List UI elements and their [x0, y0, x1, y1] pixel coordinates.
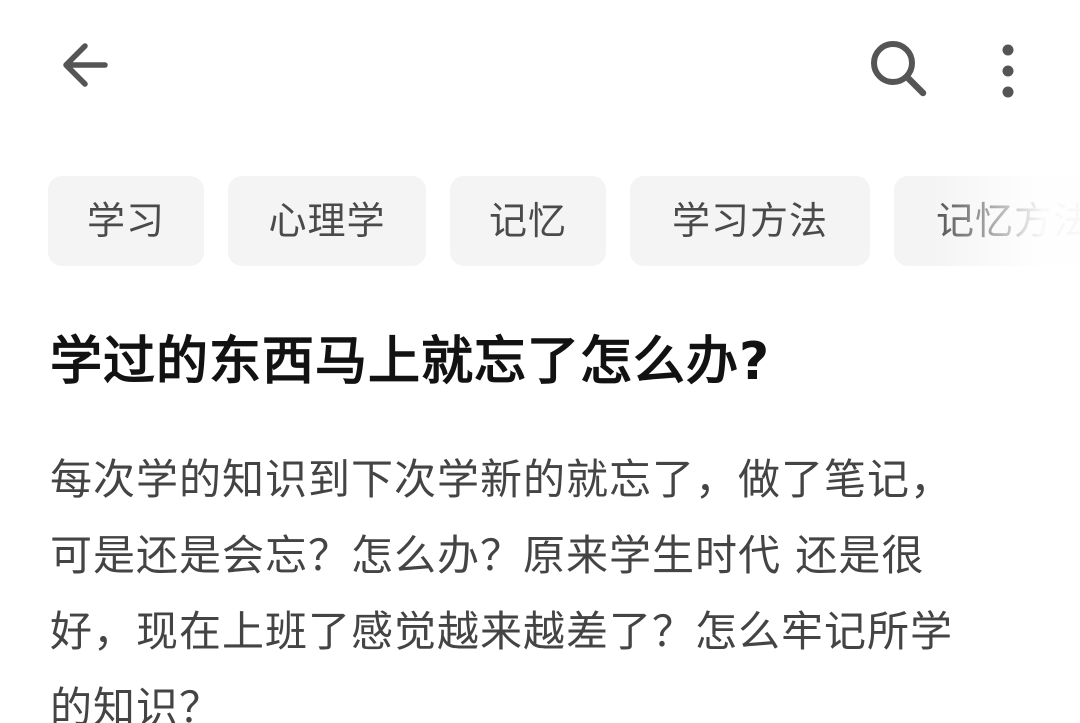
question-description[interactable]: 每次学的知识到下次学新的就忘了，做了笔记， 可是还是会忘？怎么办？原来学生时代 … — [50, 442, 1010, 723]
back-button[interactable] — [50, 30, 120, 100]
tag-chip-memory-method[interactable]: 记忆方法 — [894, 176, 1080, 266]
description-line: 的知识？ — [50, 683, 223, 723]
search-button[interactable] — [860, 30, 936, 106]
arrow-left-icon — [63, 43, 108, 87]
question-title: 学过的东西马上就忘了怎么办? — [50, 332, 771, 392]
description-line: 每次学的知识到下次学新的就忘了，做了笔记， — [50, 455, 954, 504]
tag-chip-memory[interactable]: 记忆 — [450, 176, 606, 266]
description-line: 好，现在上班了感觉越来越差了？怎么牢记所学 — [50, 607, 954, 656]
question-page: 学习 心理学 记忆 学习方法 记忆方法 学过的东西马上就忘了怎么办? 每次学的知… — [0, 0, 1080, 723]
tag-chip-psychology[interactable]: 心理学 — [228, 176, 426, 266]
more-options-button[interactable] — [980, 36, 1036, 106]
description-line: 可是还是会忘？怎么办？原来学生时代 还是很 — [50, 531, 925, 580]
tag-chip-study-method[interactable]: 学习方法 — [630, 176, 870, 266]
top-app-bar — [0, 0, 1080, 140]
more-vertical-icon — [1002, 44, 1014, 98]
tag-chip-study[interactable]: 学习 — [48, 176, 204, 266]
search-icon — [871, 41, 927, 97]
topic-tag-list: 学习 心理学 记忆 学习方法 记忆方法 — [48, 176, 1080, 268]
